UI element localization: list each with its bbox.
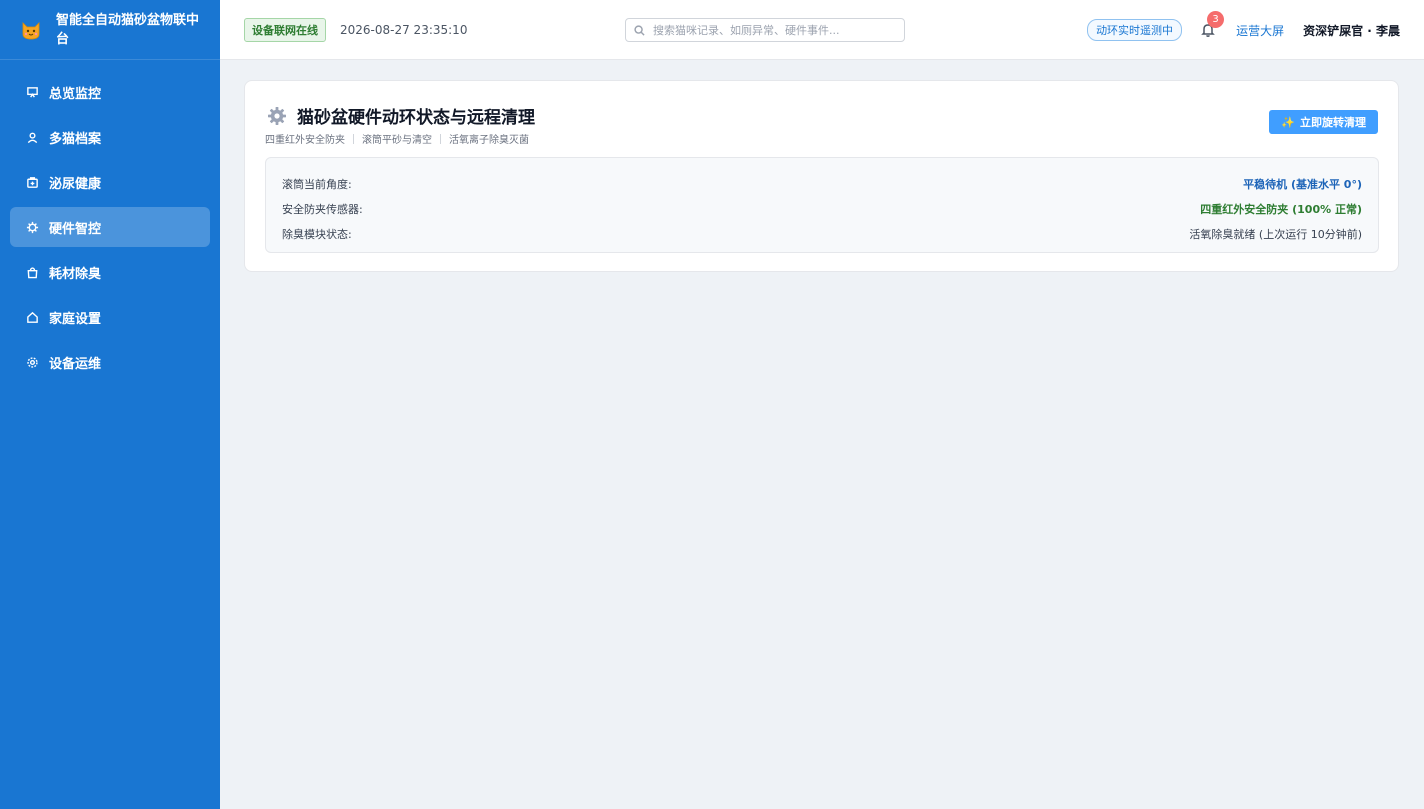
gear-emoji-icon	[268, 106, 286, 125]
sidebar-item-cats[interactable]: 多猫档案	[10, 117, 210, 157]
sidebar-item-label: 泌尿健康	[49, 176, 102, 192]
status-label: 安全防夹传感器:	[282, 202, 363, 216]
hardware-status-card: 猫砂盆硬件动环状态与远程清理 四重红外安全防夹 滚筒平砂与清空 活氧离子除臭灭菌…	[244, 80, 1399, 272]
search-icon	[634, 24, 645, 36]
sidebar-item-label: 多猫档案	[49, 131, 102, 147]
search-input[interactable]	[653, 23, 893, 37]
sidebar-item-label: 设备运维	[49, 356, 102, 372]
user-menu[interactable]: 资深铲屎官 · 李晨	[1303, 22, 1400, 39]
brand: 智能全自动猫砂盆物联中台	[0, 0, 220, 60]
sidebar-item-family[interactable]: 家庭设置	[10, 297, 210, 337]
sidebar-item-label: 硬件智控	[49, 221, 102, 237]
ops-dashboard-link[interactable]: 运营大屏	[1236, 22, 1284, 39]
current-datetime: 2026-08-27 23:35:10	[340, 22, 468, 37]
telemetry-status-tag[interactable]: 动环实时遥测中	[1087, 19, 1183, 41]
cat-logo-icon	[22, 21, 40, 39]
feature-drum-clean: 滚筒平砂与清空	[362, 135, 432, 146]
status-value: 平稳待机 (基准水平 0°)	[1243, 177, 1362, 191]
card-subtitle: 四重红外安全防夹 滚筒平砂与清空 活氧离子除臭灭菌	[265, 131, 529, 146]
medical-box-icon	[25, 175, 39, 189]
sidebar: 智能全自动猫砂盆物联中台 总览监控 多猫档案 泌尿健康 硬件智控 耗材除臭 家庭…	[0, 0, 220, 809]
sidebar-item-maintenance[interactable]: 设备运维	[10, 342, 210, 382]
header-actions: 动环实时遥测中 3 运营大屏 资深铲屎官 · 李晨	[1087, 0, 1400, 60]
status-row-drum-angle: 滚筒当前角度: 平稳待机 (基准水平 0°)	[282, 171, 1362, 196]
app-title: 智能全自动猫砂盆物联中台	[56, 12, 200, 47]
rotate-clean-label: 立即旋转清理	[1300, 116, 1366, 129]
feature-deodorize: 活氧离子除臭灭菌	[449, 135, 529, 146]
divider	[353, 133, 354, 144]
sparkles-icon: ✨	[1281, 115, 1295, 129]
feature-anti-pinch: 四重红外安全防夹	[265, 135, 345, 146]
sidebar-item-hardware[interactable]: 硬件智控	[10, 207, 210, 247]
sidebar-item-label: 耗材除臭	[49, 266, 102, 282]
sidebar-nav: 总览监控 多猫档案 泌尿健康 硬件智控 耗材除臭 家庭设置 设备运维	[0, 60, 220, 382]
notification-count-badge: 3	[1207, 11, 1225, 28]
sidebar-item-label: 家庭设置	[49, 311, 102, 327]
sidebar-item-consumables[interactable]: 耗材除臭	[10, 252, 210, 292]
rotate-clean-button[interactable]: ✨ 立即旋转清理	[1269, 110, 1378, 134]
sidebar-item-label: 总览监控	[49, 86, 102, 102]
online-status-badge: 设备联网在线	[244, 17, 326, 42]
user-icon	[25, 130, 39, 144]
status-row-deodorizer: 除臭模块状态: 活氧除臭就绪 (上次运行 10分钟前)	[282, 221, 1362, 246]
top-bar: 设备联网在线 2026-08-27 23:35:10 动环实时遥测中 3 运营大…	[220, 0, 1424, 60]
monitor-icon	[25, 85, 39, 99]
sidebar-item-health[interactable]: 泌尿健康	[10, 162, 210, 202]
notifications-button[interactable]: 3	[1198, 11, 1225, 40]
status-value: 活氧除臭就绪 (上次运行 10分钟前)	[1189, 227, 1362, 241]
gear-icon	[25, 355, 39, 369]
status-label: 滚筒当前角度:	[282, 177, 352, 191]
chip-icon	[25, 220, 39, 234]
status-value: 四重红外安全防夹 (100% 正常)	[1200, 202, 1362, 216]
home-icon	[25, 310, 39, 324]
divider	[440, 133, 441, 144]
status-panel: 滚筒当前角度: 平稳待机 (基准水平 0°) 安全防夹传感器: 四重红外安全防夹…	[265, 157, 1379, 253]
sidebar-item-overview[interactable]: 总览监控	[10, 72, 210, 112]
status-row-safety-sensor: 安全防夹传感器: 四重红外安全防夹 (100% 正常)	[282, 196, 1362, 221]
search-box[interactable]	[625, 18, 905, 42]
card-header: 猫砂盆硬件动环状态与远程清理	[267, 103, 535, 128]
bag-icon	[25, 265, 39, 279]
status-label: 除臭模块状态:	[282, 227, 352, 241]
card-title: 猫砂盆硬件动环状态与远程清理	[297, 108, 535, 128]
